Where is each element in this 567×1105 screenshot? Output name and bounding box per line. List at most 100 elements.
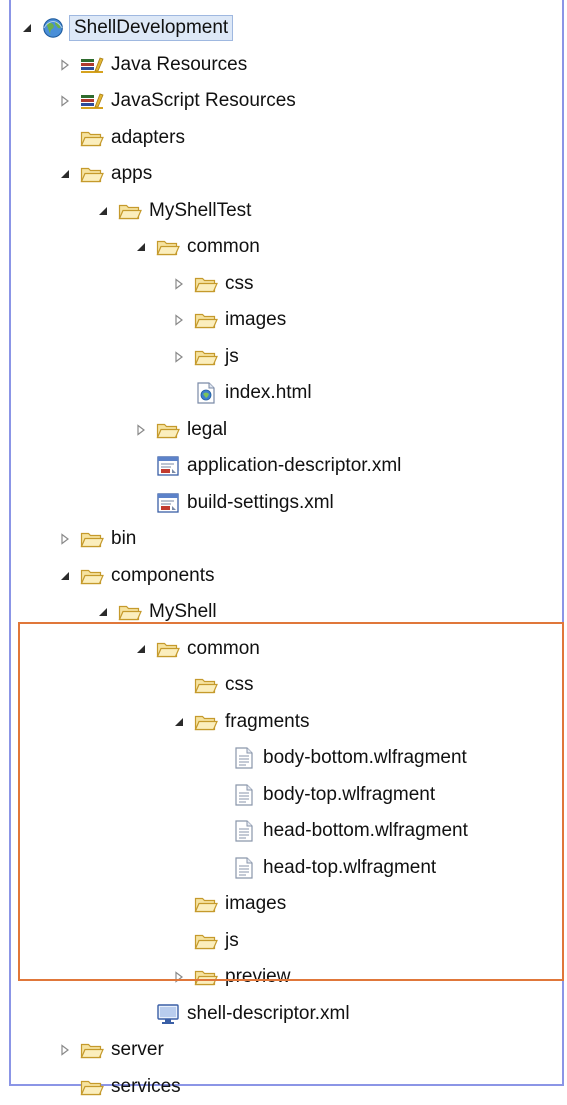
expand-arrow-icon[interactable]	[58, 569, 72, 583]
tree-item[interactable]: apps	[0, 156, 567, 193]
expand-arrow-icon[interactable]	[20, 21, 34, 35]
collapse-arrow-icon[interactable]	[172, 350, 186, 364]
expand-arrow-icon[interactable]	[58, 167, 72, 181]
folder-icon	[80, 1076, 104, 1098]
tree-item[interactable]: Java Resources	[0, 47, 567, 84]
tree-item[interactable]: components	[0, 558, 567, 595]
tree-item[interactable]: services	[0, 1069, 567, 1105]
tree-item-label: head-bottom.wlfragment	[263, 819, 468, 843]
collapse-arrow-icon[interactable]	[172, 313, 186, 327]
tree-item-label: images	[225, 308, 286, 332]
project-globe-icon	[42, 17, 66, 39]
tree-item-label: preview	[225, 965, 290, 989]
text-file-icon	[232, 857, 256, 879]
folder-icon	[118, 601, 142, 623]
tree-item-label: apps	[111, 162, 152, 186]
xml-descriptor-icon	[156, 492, 180, 514]
collapse-arrow-icon[interactable]	[58, 532, 72, 546]
tree-item-label: js	[225, 929, 239, 953]
collapse-arrow-icon[interactable]	[58, 1043, 72, 1057]
collapse-arrow-icon[interactable]	[134, 423, 148, 437]
folder-icon	[194, 893, 218, 915]
tree-item[interactable]: adapters	[0, 120, 567, 157]
tree-item[interactable]: images	[0, 302, 567, 339]
folder-icon	[194, 711, 218, 733]
twisty-spacer	[58, 131, 72, 145]
tree-item-label: build-settings.xml	[187, 491, 334, 515]
tree-item[interactable]: js	[0, 339, 567, 376]
folder-icon	[194, 674, 218, 696]
twisty-spacer	[172, 678, 186, 692]
tree-item-label: Java Resources	[111, 53, 247, 77]
tree-item-label: js	[225, 345, 239, 369]
twisty-spacer	[172, 897, 186, 911]
expand-arrow-icon[interactable]	[96, 605, 110, 619]
folder-icon	[194, 309, 218, 331]
tree-item[interactable]: body-bottom.wlfragment	[0, 740, 567, 777]
collapse-arrow-icon[interactable]	[58, 94, 72, 108]
tree-item-label: MyShell	[149, 600, 217, 624]
text-file-icon	[232, 747, 256, 769]
text-file-icon	[232, 820, 256, 842]
library-icon	[80, 54, 104, 76]
folder-icon	[80, 565, 104, 587]
twisty-spacer	[210, 861, 224, 875]
tree-item-label: server	[111, 1038, 164, 1062]
tree-item-label: body-top.wlfragment	[263, 783, 435, 807]
tree-item[interactable]: MyShellTest	[0, 193, 567, 230]
expand-arrow-icon[interactable]	[134, 642, 148, 656]
tree-item-label: bin	[111, 527, 136, 551]
tree-item[interactable]: ShellDevelopment	[0, 10, 567, 47]
tree-item-label: css	[225, 673, 254, 697]
tree-item[interactable]: images	[0, 886, 567, 923]
tree-item[interactable]: legal	[0, 412, 567, 449]
tree-item[interactable]: common	[0, 229, 567, 266]
collapse-arrow-icon[interactable]	[172, 277, 186, 291]
tree-item-label: css	[225, 272, 254, 296]
folder-icon	[194, 273, 218, 295]
tree-item-label: application-descriptor.xml	[187, 454, 401, 478]
tree-item[interactable]: index.html	[0, 375, 567, 412]
tree-item[interactable]: JavaScript Resources	[0, 83, 567, 120]
twisty-spacer	[134, 1007, 148, 1021]
expand-arrow-icon[interactable]	[96, 204, 110, 218]
tree-item[interactable]: server	[0, 1032, 567, 1069]
tree-item[interactable]: application-descriptor.xml	[0, 448, 567, 485]
tree-item[interactable]: head-bottom.wlfragment	[0, 813, 567, 850]
tree-item[interactable]: fragments	[0, 704, 567, 741]
shell-descriptor-icon	[156, 1003, 180, 1025]
tree-item-label: legal	[187, 418, 227, 442]
twisty-spacer	[172, 934, 186, 948]
tree-item[interactable]: bin	[0, 521, 567, 558]
folder-icon	[156, 236, 180, 258]
tree-item-label: common	[187, 235, 260, 259]
folder-icon	[118, 200, 142, 222]
tree-item[interactable]: head-top.wlfragment	[0, 850, 567, 887]
tree-item-label: head-top.wlfragment	[263, 856, 436, 880]
tree-item-label: adapters	[111, 126, 185, 150]
twisty-spacer	[172, 386, 186, 400]
tree-item[interactable]: MyShell	[0, 594, 567, 631]
folder-icon	[80, 528, 104, 550]
collapse-arrow-icon[interactable]	[172, 970, 186, 984]
expand-arrow-icon[interactable]	[172, 715, 186, 729]
tree-item[interactable]: shell-descriptor.xml	[0, 996, 567, 1033]
tree-item-label: MyShellTest	[149, 199, 251, 223]
tree-item[interactable]: js	[0, 923, 567, 960]
collapse-arrow-icon[interactable]	[58, 58, 72, 72]
tree-item[interactable]: css	[0, 266, 567, 303]
folder-icon	[194, 346, 218, 368]
folder-icon	[194, 930, 218, 952]
tree-item-label: shell-descriptor.xml	[187, 1002, 350, 1026]
tree-item-label: services	[111, 1075, 181, 1099]
tree-item[interactable]: common	[0, 631, 567, 668]
tree-item[interactable]: build-settings.xml	[0, 485, 567, 522]
tree-item[interactable]: preview	[0, 959, 567, 996]
tree-item[interactable]: css	[0, 667, 567, 704]
folder-icon	[156, 638, 180, 660]
twisty-spacer	[210, 751, 224, 765]
expand-arrow-icon[interactable]	[134, 240, 148, 254]
twisty-spacer	[58, 1080, 72, 1094]
tree-item[interactable]: body-top.wlfragment	[0, 777, 567, 814]
twisty-spacer	[134, 496, 148, 510]
